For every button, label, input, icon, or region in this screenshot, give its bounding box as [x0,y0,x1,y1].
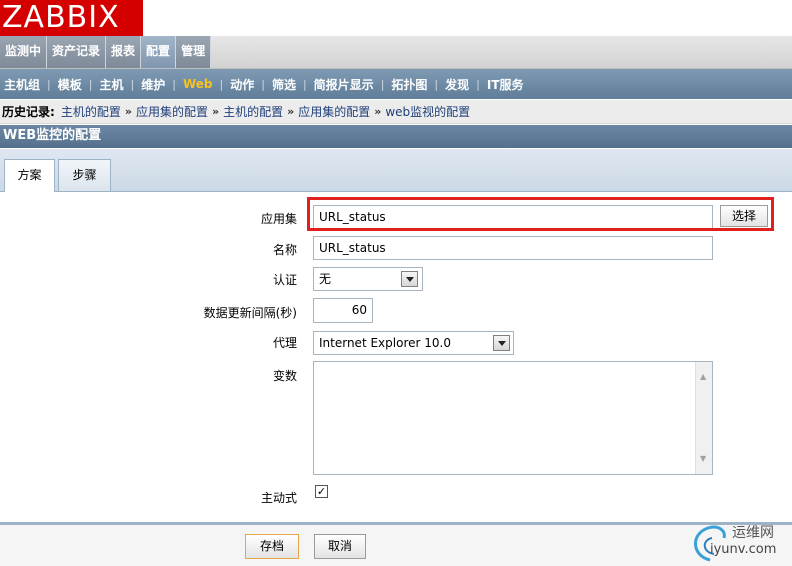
cancel-button[interactable]: 取消 [314,534,366,559]
interval-label: 数据更新间隔(秒) [203,306,297,320]
sub-menu-maintenance[interactable]: 维护 [137,76,169,93]
sub-menu: 主机组 | 模板 | 主机 | 维护 | Web | 动作 | 筛选 | 简报片显示 | 拓扑图… [0,69,792,99]
main-menu-monitoring[interactable]: 监测中 [0,36,48,68]
authentication-value: 无 [319,272,332,286]
main-menu-configuration[interactable]: 配置 [141,36,177,68]
variables-textarea[interactable]: ▲ ▼ [313,361,713,475]
sub-menu-hosts[interactable]: 主机 [95,76,127,93]
save-button[interactable]: 存档 [245,534,299,559]
menu-separator: | [302,77,307,91]
menu-separator: | [434,77,439,91]
main-menu-reports[interactable]: 报表 [106,36,142,68]
breadcrumb-link[interactable]: 应用集的配置 [298,103,370,120]
zabbix-logo: ZABBIX [0,0,143,36]
breadcrumb-arrow-icon: » [124,105,132,118]
scroll-up-icon[interactable]: ▲ [700,366,706,388]
authentication-label: 认证 [272,273,297,287]
agent-select[interactable]: Internet Explorer 10.0 [313,331,514,355]
breadcrumb-arrow-icon: » [374,105,382,118]
menu-separator: | [219,77,224,91]
menu-separator: | [172,77,176,91]
name-input[interactable]: URL_status [313,236,713,260]
sub-menu-actions[interactable]: 动作 [226,76,258,93]
active-label: 主动式 [260,491,297,505]
breadcrumb-arrow-icon: » [287,105,295,118]
tab-strip: 方案 步骤 [0,149,792,192]
watermark-text: 运维网 [732,525,774,541]
breadcrumb-link[interactable]: 主机的配置 [61,103,121,120]
web-scenario-form: 应用集 URL_status 选择 名称 URL_status 认证 无 数据更… [0,192,792,522]
watermark: 运维网 iyunv.com [688,520,792,566]
menu-separator: | [380,77,385,91]
sub-menu-templates[interactable]: 模板 [54,76,86,93]
sub-menu-discovery[interactable]: 发现 [441,76,473,93]
page-title: WEB监控的配置 [0,125,792,148]
menu-separator: | [47,77,51,91]
main-menu: 监测中 资产记录 报表 配置 管理 [0,36,212,68]
menu-separator: | [261,77,265,91]
name-label: 名称 [272,243,297,257]
menu-separator: | [476,77,480,91]
form-footer: 存档 取消 [0,525,792,566]
menu-separator: | [130,77,135,91]
variables-label: 变数 [272,369,297,383]
agent-value: Internet Explorer 10.0 [319,336,451,350]
breadcrumb-link[interactable]: 主机的配置 [223,103,283,120]
watermark-url: iyunv.com [710,542,777,557]
main-menu-administration[interactable]: 管理 [176,36,212,68]
sub-menu-web[interactable]: Web [179,77,217,91]
active-checkbox[interactable]: ✓ [315,485,328,498]
application-label: 应用集 [260,212,297,226]
highlight-box [307,197,774,231]
chevron-down-icon[interactable] [493,335,510,351]
main-menu-inventory[interactable]: 资产记录 [47,36,107,68]
sub-menu-it-services[interactable]: IT服务 [483,76,528,93]
interval-input[interactable]: 60 [313,298,373,323]
tab-scenario[interactable]: 方案 [4,159,55,192]
tab-steps[interactable]: 步骤 [58,159,111,191]
menu-separator: | [88,77,93,91]
chevron-down-icon[interactable] [401,271,418,287]
sub-menu-slide-shows[interactable]: 简报片显示 [310,76,378,93]
breadcrumb-link[interactable]: 应用集的配置 [136,103,208,120]
breadcrumb-link[interactable]: web监视的配置 [385,103,470,120]
scroll-down-icon[interactable]: ▼ [700,448,706,470]
textarea-scrollbar[interactable]: ▲ ▼ [695,362,712,474]
sub-menu-maps[interactable]: 拓扑图 [387,76,431,93]
sub-menu-filters[interactable]: 筛选 [268,76,300,93]
history-label: 历史记录: [2,105,55,119]
agent-label: 代理 [272,336,297,350]
sub-menu-host-groups[interactable]: 主机组 [0,76,44,93]
breadcrumb: 历史记录: 主机的配置 » 应用集的配置 » 主机的配置 » 应用集的配置 » … [0,100,792,124]
breadcrumb-arrow-icon: » [211,105,220,118]
